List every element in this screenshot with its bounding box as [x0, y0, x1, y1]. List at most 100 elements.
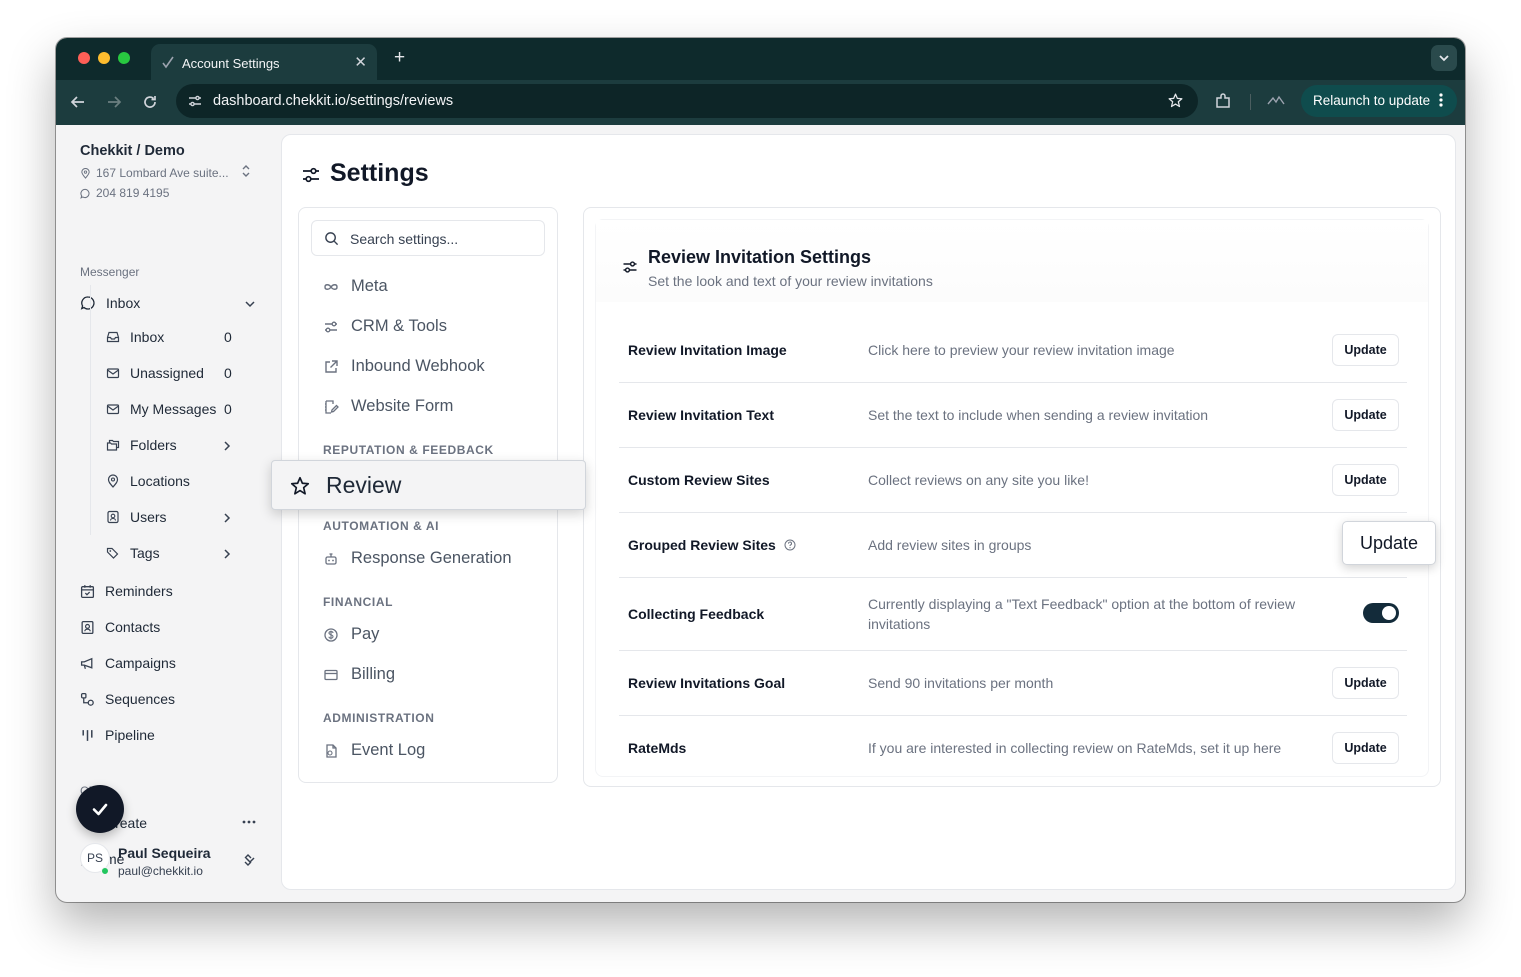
user-menu-chevrons-icon[interactable] — [242, 852, 254, 868]
profile-icon[interactable] — [1267, 94, 1285, 108]
pipeline-columns-icon — [82, 729, 93, 741]
minimize-window-button[interactable] — [98, 52, 110, 64]
setting-description: Collect reviews on any site you like! — [868, 472, 1089, 488]
setting-description[interactable]: Click here to preview your review invita… — [868, 340, 1318, 360]
settings-item-meta[interactable]: Meta — [323, 277, 388, 296]
sidebar-item-contacts[interactable]: Contacts — [80, 619, 160, 635]
relaunch-label: Relaunch to update — [1313, 93, 1431, 108]
account-switcher-chevrons-icon[interactable] — [240, 163, 252, 179]
settings-item-response-generation[interactable]: Response Generation — [323, 549, 512, 568]
contact-book-icon — [81, 620, 94, 634]
setting-label: Collecting Feedback — [628, 606, 765, 622]
section-administration: ADMINISTRATION — [323, 711, 435, 725]
sidebar-item-reminders[interactable]: Reminders — [80, 583, 173, 599]
star-icon — [289, 475, 311, 497]
settings-item-label: Review — [326, 472, 402, 498]
settings-item-label: CRM & Tools — [351, 317, 447, 335]
settings-item-label: Inbound Webhook — [351, 357, 485, 375]
maximize-window-button[interactable] — [118, 52, 130, 64]
setting-label: Grouped Review Sites — [628, 537, 776, 553]
update-button[interactable]: Update — [1332, 399, 1399, 431]
settings-item-crm-tools[interactable]: CRM & Tools — [323, 317, 447, 336]
user-email: paul@chekkit.io — [118, 864, 203, 878]
chevron-down-icon[interactable] — [244, 298, 256, 310]
search-icon — [324, 231, 339, 246]
more-horizontal-icon[interactable] — [242, 819, 256, 825]
settings-item-website-form[interactable]: Website Form — [323, 397, 453, 416]
setting-description: Add review sites in groups — [868, 537, 1032, 553]
sidebar-item-folders[interactable]: Folders — [106, 437, 177, 453]
tags-icon — [106, 547, 119, 559]
sidebar-item-label: Inbox — [106, 295, 141, 311]
folders-icon — [106, 439, 120, 451]
setting-row-custom-review-sites: Custom Review Sites Collect reviews on a… — [619, 448, 1407, 513]
sidebar-item-sequences[interactable]: Sequences — [80, 691, 175, 707]
setting-label: Review Invitations Goal — [628, 675, 786, 691]
relaunch-to-update-button[interactable]: Relaunch to update — [1301, 85, 1457, 117]
sidebar-item-campaigns[interactable]: Campaigns — [80, 655, 176, 671]
account-phone-line: 204 819 4195 — [80, 186, 169, 200]
update-button[interactable]: Update — [1332, 667, 1399, 699]
sidebar-item-label: Pipeline — [105, 727, 155, 743]
reload-button[interactable] — [139, 91, 161, 113]
settings-item-event-log[interactable]: Event Log — [323, 741, 425, 760]
bookmark-star-icon[interactable] — [1167, 92, 1184, 109]
update-button-highlighted[interactable]: Update — [1342, 521, 1436, 565]
address-bar[interactable]: dashboard.chekkit.io/settings/reviews — [176, 84, 1198, 118]
sidebar-item-inbox[interactable]: Inbox 0 — [106, 329, 232, 345]
browser-tab-active[interactable]: Account Settings ✕ — [151, 44, 377, 80]
account-address: 167 Lombard Ave suite... — [96, 166, 229, 180]
new-tab-icon[interactable]: + — [394, 47, 405, 69]
tab-close-icon[interactable]: ✕ — [354, 53, 367, 71]
review-settings-card: Review Invitation Settings Set the look … — [583, 207, 1441, 787]
app-sidebar: Chekkit / Demo 167 Lombard Ave suite... … — [56, 125, 280, 902]
sidebar-item-users[interactable]: Users — [106, 509, 167, 525]
help-circle-icon[interactable] — [784, 539, 796, 551]
update-button[interactable]: Update — [1332, 464, 1399, 496]
settings-item-inbound-webhook[interactable]: Inbound Webhook — [323, 357, 485, 376]
sidebar-item-label: Inbox — [130, 329, 165, 345]
url-text[interactable]: dashboard.chekkit.io/settings/reviews — [213, 93, 453, 109]
setting-row-review-invitation-image: Review Invitation Image Click here to pr… — [619, 318, 1407, 383]
settings-item-review[interactable]: Review — [271, 460, 586, 510]
forward-button[interactable] — [103, 91, 125, 113]
sidebar-item-label: My Messages — [130, 401, 217, 417]
toggle-knob — [1382, 606, 1396, 620]
account-address-line: 167 Lombard Ave suite... — [80, 166, 229, 180]
settings-item-billing[interactable]: Billing — [323, 665, 395, 684]
sidebar-item-pipeline[interactable]: Pipeline — [80, 727, 155, 743]
setting-row-review-invitation-text: Review Invitation Text Set the text to i… — [619, 383, 1407, 448]
sidebar-item-unassigned[interactable]: Unassigned 0 — [106, 365, 232, 381]
section-automation-ai: AUTOMATION & AI — [323, 519, 440, 533]
floating-check-button[interactable] — [76, 785, 124, 833]
settings-item-label: Response Generation — [351, 549, 512, 567]
update-button[interactable]: Update — [1332, 732, 1399, 764]
extensions-puzzle-icon[interactable] — [1214, 92, 1232, 110]
close-window-button[interactable] — [78, 52, 90, 64]
arrow-right-icon — [108, 96, 122, 108]
log-file-icon — [326, 743, 337, 758]
search-input[interactable] — [350, 229, 536, 249]
user-badge-icon — [107, 510, 119, 524]
mail-icon — [106, 404, 120, 415]
form-edit-icon — [325, 399, 339, 414]
location-pin-icon — [107, 474, 119, 488]
collecting-feedback-toggle[interactable] — [1363, 603, 1399, 623]
more-vertical-icon — [1439, 93, 1443, 107]
unassigned-count: 0 — [224, 365, 232, 381]
chevron-right-icon[interactable] — [221, 548, 233, 560]
chevron-right-icon[interactable] — [221, 512, 233, 524]
update-button[interactable]: Update — [1332, 334, 1399, 366]
setting-row-grouped-review-sites: Grouped Review Sites Add review sites in… — [619, 513, 1436, 578]
site-settings-icon[interactable] — [187, 93, 203, 109]
review-settings-subtitle: Set the look and text of your review inv… — [648, 273, 933, 289]
back-button[interactable] — [67, 91, 89, 113]
settings-item-pay[interactable]: Pay — [323, 625, 379, 644]
sidebar-item-my-messages[interactable]: My Messages 0 — [106, 401, 232, 417]
account-phone: 204 819 4195 — [96, 186, 170, 200]
chevron-right-icon[interactable] — [221, 440, 233, 452]
search-settings-field[interactable] — [311, 220, 545, 256]
tab-search-button[interactable] — [1431, 45, 1457, 71]
sidebar-item-locations[interactable]: Locations — [106, 473, 190, 489]
sidebar-item-tags[interactable]: Tags — [106, 545, 160, 561]
